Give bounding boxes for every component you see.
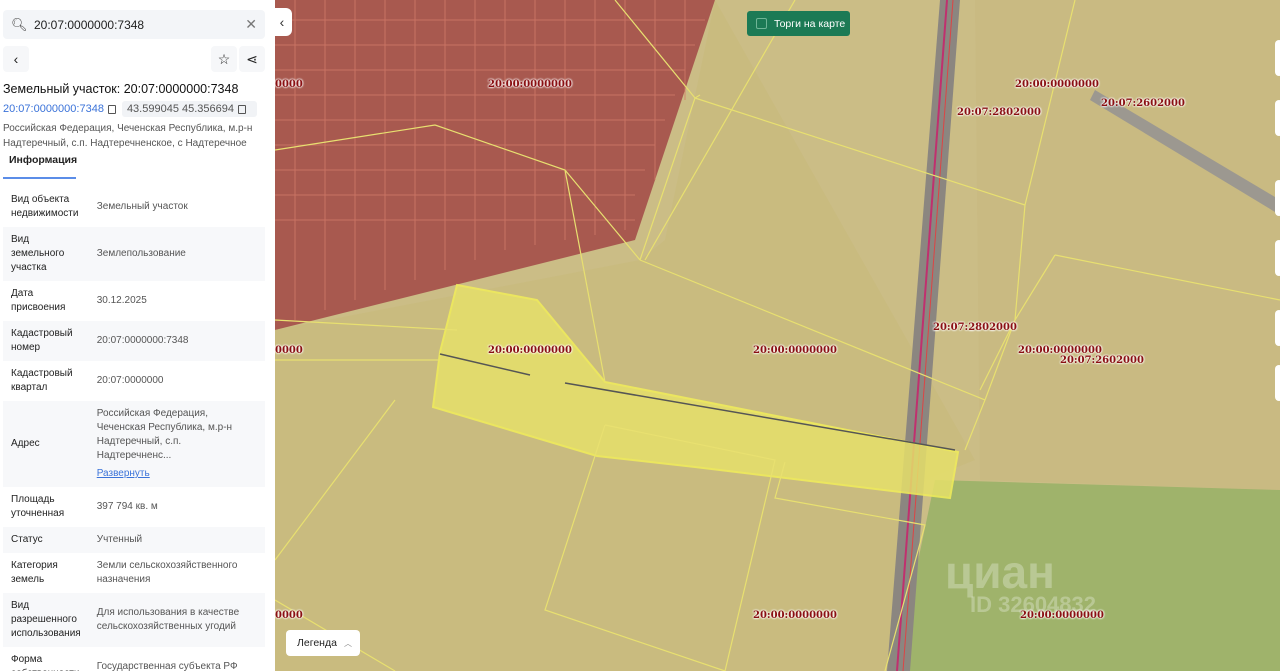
tab-information[interactable]: Информация — [3, 154, 77, 179]
info-key: Вид объекта недвижимости — [11, 194, 79, 219]
info-key: Площадь уточненная — [11, 494, 65, 519]
map-control-button[interactable] — [1275, 240, 1280, 276]
info-table: Вид объекта недвижимости Земельный участо… — [3, 187, 265, 671]
info-row: Кадастровый номер 20:07:0000000:7348 — [3, 321, 265, 361]
coordinates: 43.599045 45.356694 — [121, 101, 257, 117]
cadastral-label[interactable]: 20:07:2802000 — [933, 322, 1017, 333]
back-button[interactable]: ‹ — [3, 46, 29, 72]
share-button[interactable]: ⋖ — [239, 46, 265, 72]
map-canvas[interactable]: 20:00:0000000 20:00:0000000 20:07:280200… — [275, 0, 1280, 671]
cadastral-label[interactable]: 0000 — [275, 79, 303, 90]
info-key: Адрес — [11, 438, 40, 449]
info-row: Кадастровый квартал 20:07:0000000 — [3, 361, 265, 401]
cadastral-label[interactable]: 20:00:0000000 — [488, 345, 572, 356]
object-address: Российская Федерация, Чеченская Республи… — [3, 123, 253, 149]
info-value: Землепользование — [96, 248, 186, 259]
info-value: 30.12.2025 — [96, 295, 147, 306]
cadastral-label[interactable]: 20:07:2602000 — [1101, 98, 1185, 109]
auctions-on-map-toggle[interactable]: Торги на карте — [747, 11, 850, 36]
info-value: Российская Федерация, Чеченская Республи… — [96, 408, 233, 461]
chevron-left-icon: ‹ — [13, 51, 19, 67]
info-value: Государственная субъекта РФ — [96, 661, 238, 671]
checkbox-icon — [756, 18, 767, 29]
info-row: Вид земельного участка Землепользование — [3, 227, 265, 281]
info-row: Вид объекта недвижимости Земельный участо… — [3, 187, 265, 227]
info-value: 20:07:0000000:7348 — [96, 335, 189, 346]
page-title: Земельный участок: 20:07:0000000:7348 — [3, 82, 239, 96]
info-value: 397 794 кв. м — [96, 501, 158, 512]
map-control-button[interactable] — [1275, 365, 1280, 401]
map-control-button[interactable] — [1275, 100, 1280, 136]
info-value: Учтенный — [96, 534, 143, 545]
info-key: Статус — [11, 534, 43, 545]
info-row: Статус Учтенный — [3, 527, 265, 553]
map-control-button[interactable] — [1275, 40, 1280, 76]
cadastral-label[interactable]: 20:00:0000000 — [753, 610, 837, 621]
chevron-up-icon: ︿ — [343, 638, 352, 648]
map-control-button[interactable] — [1275, 180, 1280, 216]
cadastral-label[interactable]: 20:00:0000000 — [753, 345, 837, 356]
info-row: Дата присвоения 30.12.2025 — [3, 281, 265, 321]
copy-icon[interactable] — [107, 104, 116, 114]
cadastral-label[interactable]: 20:00:0000000 — [488, 79, 572, 90]
star-icon: ☆ — [217, 50, 231, 67]
info-value: 20:07:0000000 — [96, 375, 164, 386]
object-info-panel: 🔍︎ 20:07:0000000:7348 ✕ ‹ ☆ ⋖ Земельный … — [0, 0, 275, 671]
search-input[interactable]: 20:07:0000000:7348 — [34, 18, 245, 32]
collapse-panel-button[interactable]: ‹ — [272, 8, 292, 36]
info-row: Категория земель Земли сельскохозяйственн… — [3, 553, 265, 593]
watermark-id: ID 32604832 — [970, 592, 1096, 617]
copy-icon[interactable] — [238, 104, 246, 114]
info-row: Адрес Российская Федерация, Чеченская Рес… — [3, 401, 265, 487]
info-row: Форма собственности Государственная субъе… — [3, 647, 265, 671]
info-key: Вид земельного участка — [11, 234, 65, 273]
cadastral-label[interactable]: 20:00:0000000 — [1015, 79, 1099, 90]
share-icon: ⋖ — [246, 50, 258, 67]
cadastral-label[interactable]: 0000 — [275, 610, 303, 621]
clear-icon[interactable]: ✕ — [245, 16, 257, 33]
search-bar[interactable]: 🔍︎ 20:07:0000000:7348 ✕ — [3, 10, 265, 39]
chevron-left-icon: ‹ — [279, 14, 285, 30]
watermark-logo: циан — [945, 546, 1055, 598]
favorite-button[interactable]: ☆ — [211, 46, 237, 72]
cadastral-label[interactable]: 0000 — [275, 345, 303, 356]
info-key: Кадастровый квартал — [11, 368, 73, 393]
info-key: Форма собственности — [11, 654, 79, 671]
cadastral-link[interactable]: 20:07:0000000:7348 — [3, 103, 104, 115]
info-value: Земли сельскохозяйственного назначения — [96, 560, 238, 585]
info-row: Площадь уточненная 397 794 кв. м — [3, 487, 265, 527]
legend-button[interactable]: Легенда ︿ — [286, 630, 360, 656]
info-key: Категория земель — [11, 560, 58, 585]
search-icon: 🔍︎ — [11, 16, 28, 32]
info-row: Вид разрешенного использования Для исполь… — [3, 593, 265, 647]
expand-link[interactable]: Развернуть — [97, 467, 257, 481]
info-key: Кадастровый номер — [11, 328, 73, 353]
info-value: Для использования в качестве сельскохозя… — [96, 607, 240, 632]
info-value: Земельный участок — [96, 201, 188, 212]
info-key: Дата присвоения — [11, 288, 66, 313]
map-control-button[interactable] — [1275, 310, 1280, 346]
cadastral-label[interactable]: 20:07:2602000 — [1060, 355, 1144, 366]
info-key: Вид разрешенного использования — [11, 600, 81, 639]
cadastral-label[interactable]: 20:07:2802000 — [957, 107, 1041, 118]
